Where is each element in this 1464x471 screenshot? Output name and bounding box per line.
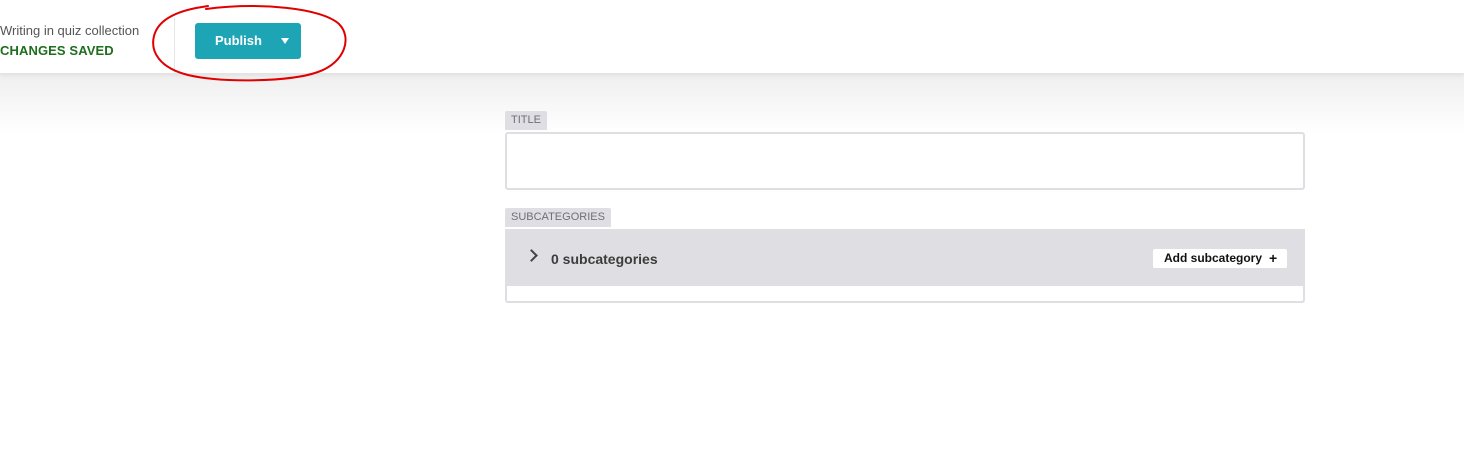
save-status: CHANGES SAVED: [0, 43, 114, 58]
subcategories-count: 0 subcategories: [551, 251, 658, 267]
plus-icon: +: [1269, 250, 1278, 266]
subcategories-panel: 0 subcategories Add subcategory +: [505, 229, 1305, 303]
add-subcategory-button[interactable]: Add subcategory +: [1153, 249, 1288, 268]
title-input[interactable]: [505, 132, 1305, 190]
publish-button[interactable]: Publish: [195, 23, 301, 59]
publish-button-label: Publish: [215, 33, 262, 48]
subcategories-field-label: SUBCATEGORIES: [505, 208, 611, 227]
content-gradient: [0, 74, 1464, 134]
top-bar: Writing in quiz collection CHANGES SAVED…: [0, 0, 1464, 74]
caret-down-icon[interactable]: [281, 38, 289, 44]
toolbar-divider: [174, 18, 175, 74]
title-field-label: TITLE: [505, 111, 547, 130]
document-context: Writing in quiz collection CHANGES SAVED: [0, 22, 174, 59]
collection-label: Writing in quiz collection: [0, 23, 140, 38]
add-subcategory-label: Add subcategory: [1164, 251, 1263, 265]
subcategories-header: 0 subcategories Add subcategory +: [507, 229, 1303, 286]
chevron-right-icon[interactable]: [525, 249, 538, 262]
